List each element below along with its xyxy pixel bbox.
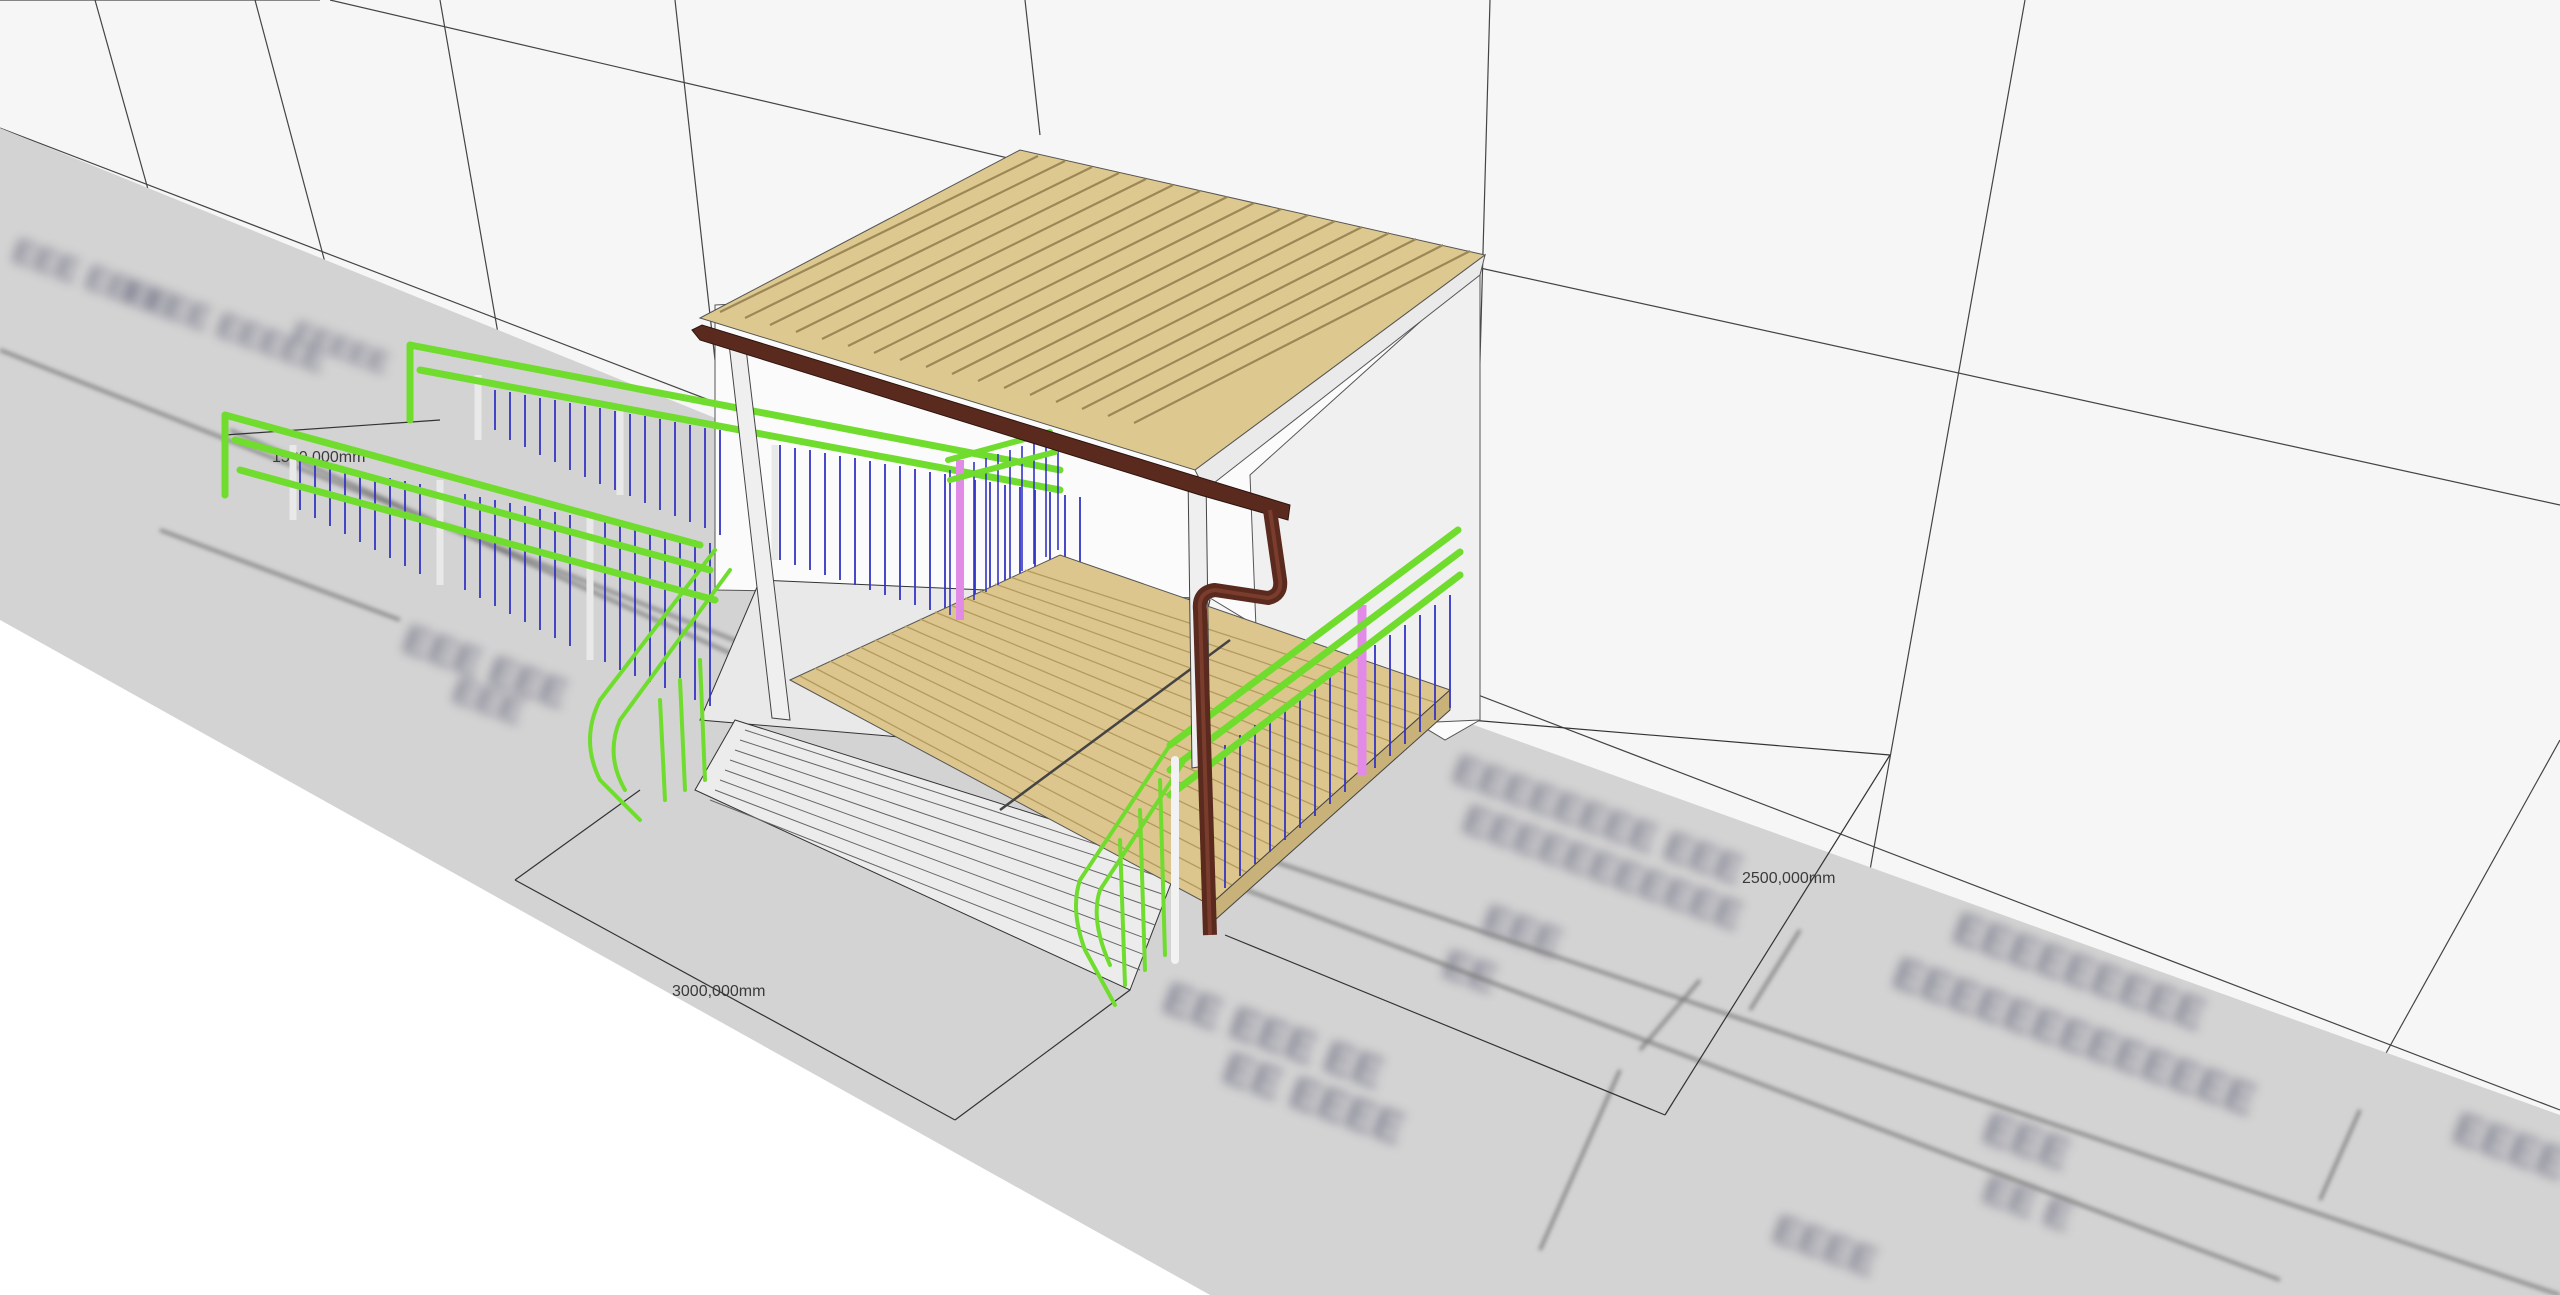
model-scene[interactable]: ЕЕЕ ЕЕЕЕ ЕЕЕЕ ЕЕЕЕЕ ЕЕЕЕЕ ЕЕЕ ЕЕЕ ЕЕЕ ЕЕ… <box>0 0 2560 1295</box>
3d-viewport[interactable]: ЕЕЕ ЕЕЕЕ ЕЕЕЕ ЕЕЕЕЕ ЕЕЕЕЕ ЕЕЕ ЕЕЕ ЕЕЕ ЕЕ… <box>0 0 2560 1295</box>
dimension-depth-label: 2500,000mm <box>1742 870 1835 887</box>
dimension-width-label: 3000,000mm <box>672 983 765 1000</box>
